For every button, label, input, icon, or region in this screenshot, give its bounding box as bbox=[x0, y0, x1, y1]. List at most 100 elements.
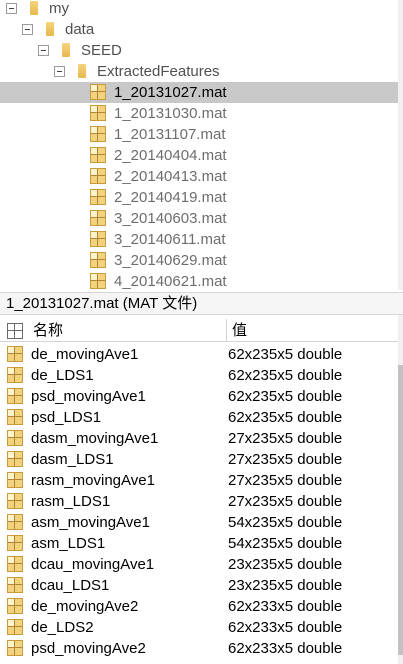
variable-row[interactable]: rasm_movingAve1 27x235x5 double bbox=[0, 470, 398, 491]
matrix-variable-icon bbox=[7, 409, 23, 425]
variable-value: 62x233x5 double bbox=[228, 619, 343, 636]
variable-value: 62x235x5 double bbox=[228, 388, 343, 405]
variable-value: 62x233x5 double bbox=[228, 598, 343, 615]
details-scrollbar[interactable] bbox=[398, 315, 403, 664]
variable-row[interactable]: asm_LDS1 54x235x5 double bbox=[0, 533, 398, 554]
variable-name: rasm_movingAve1 bbox=[31, 472, 155, 489]
tree-item-label: 2_20140419.mat bbox=[114, 189, 227, 206]
collapse-icon[interactable] bbox=[22, 24, 33, 35]
matrix-variable-icon bbox=[7, 514, 23, 530]
variable-row[interactable]: de_movingAve1 62x235x5 double bbox=[0, 344, 398, 365]
tree-item-label: 4_20140621.mat bbox=[114, 273, 227, 290]
variable-name: psd_movingAve1 bbox=[31, 388, 146, 405]
folder-icon bbox=[62, 43, 70, 57]
mat-file-icon bbox=[90, 84, 106, 100]
details-title-bar: 1_20131027.mat (MAT 文件) bbox=[0, 292, 403, 315]
tree-item-label: SEED bbox=[81, 42, 122, 59]
variable-row[interactable]: dasm_movingAve1 27x235x5 double bbox=[0, 428, 398, 449]
variable-value: 27x235x5 double bbox=[228, 493, 343, 510]
tree-file-item[interactable]: 4_20140621.mat bbox=[0, 271, 398, 290]
variable-value: 62x235x5 double bbox=[228, 367, 343, 384]
collapse-icon[interactable] bbox=[38, 45, 49, 56]
variable-row[interactable]: de_LDS2 62x233x5 double bbox=[0, 617, 398, 638]
column-divider[interactable] bbox=[226, 319, 227, 342]
column-header-value[interactable]: 值 bbox=[232, 319, 247, 342]
variable-value: 27x235x5 double bbox=[228, 451, 343, 468]
variable-name: dcau_movingAve1 bbox=[31, 556, 155, 573]
variable-name: dasm_movingAve1 bbox=[31, 430, 159, 447]
tree-item-label: 2_20140404.mat bbox=[114, 147, 227, 164]
variable-value: 27x235x5 double bbox=[228, 430, 343, 447]
tree-item-label: 3_20140603.mat bbox=[114, 210, 227, 227]
tree-file-item[interactable]: 1_20131027.mat bbox=[0, 82, 398, 103]
variable-name: asm_LDS1 bbox=[31, 535, 106, 552]
folder-icon bbox=[78, 64, 86, 78]
mat-file-icon bbox=[90, 147, 106, 163]
variable-row[interactable]: de_movingAve2 62x233x5 double bbox=[0, 596, 398, 617]
variable-row[interactable]: psd_movingAve2 62x233x5 double bbox=[0, 638, 398, 659]
tree-file-item[interactable]: 2_20140419.mat bbox=[0, 187, 398, 208]
tree-file-item[interactable]: 3_20140611.mat bbox=[0, 229, 398, 250]
matrix-variable-icon bbox=[7, 472, 23, 488]
matrix-variable-icon bbox=[7, 640, 23, 656]
tree-item-label: my bbox=[49, 0, 69, 17]
tree-file-item[interactable]: 2_20140404.mat bbox=[0, 145, 398, 166]
variable-row[interactable]: psd_LDS1 62x235x5 double bbox=[0, 407, 398, 428]
tree-item-label: 3_20140611.mat bbox=[114, 231, 226, 248]
mat-file-icon bbox=[90, 168, 106, 184]
tree-file-item[interactable]: 1_20131107.mat bbox=[0, 124, 398, 145]
variable-row[interactable]: dcau_LDS1 23x235x5 double bbox=[0, 575, 398, 596]
tree-file-item[interactable]: 3_20140603.mat bbox=[0, 208, 398, 229]
variable-value: 54x235x5 double bbox=[228, 535, 343, 552]
variable-value: 62x235x5 double bbox=[228, 346, 343, 363]
tree-folder-item[interactable]: SEED bbox=[0, 40, 398, 61]
tree-item-label: 1_20131027.mat bbox=[114, 84, 227, 101]
matrix-variable-icon bbox=[7, 430, 23, 446]
collapse-icon[interactable] bbox=[6, 3, 17, 14]
folder-icon bbox=[46, 22, 54, 36]
matrix-variable-icon bbox=[7, 556, 23, 572]
tree-item-label: 1_20131107.mat bbox=[114, 126, 226, 143]
mat-file-icon bbox=[90, 273, 106, 289]
tree-file-item[interactable]: 3_20140629.mat bbox=[0, 250, 398, 271]
variable-row[interactable]: psd_movingAve1 62x235x5 double bbox=[0, 386, 398, 407]
column-header-name[interactable]: 名称 bbox=[33, 319, 63, 342]
mat-file-icon bbox=[90, 189, 106, 205]
tree-file-item[interactable]: 2_20140413.mat bbox=[0, 166, 398, 187]
details-header: 名称 值 bbox=[0, 319, 398, 342]
variable-row[interactable]: rasm_LDS1 27x235x5 double bbox=[0, 491, 398, 512]
variable-row[interactable]: dasm_LDS1 27x235x5 double bbox=[0, 449, 398, 470]
matrix-variable-icon bbox=[7, 493, 23, 509]
variable-name: rasm_LDS1 bbox=[31, 493, 111, 510]
variable-row[interactable]: asm_movingAve1 54x235x5 double bbox=[0, 512, 398, 533]
tree-folder-item[interactable]: my bbox=[0, 0, 398, 19]
variable-row[interactable]: de_LDS1 62x235x5 double bbox=[0, 365, 398, 386]
variable-name: dasm_LDS1 bbox=[31, 451, 114, 468]
mat-file-icon bbox=[90, 105, 106, 121]
tree-item-label: 1_20131030.mat bbox=[114, 105, 227, 122]
tree-file-item[interactable]: 1_20131030.mat bbox=[0, 103, 398, 124]
tree-folder-item[interactable]: data bbox=[0, 19, 398, 40]
tree-item-label: 3_20140629.mat bbox=[114, 252, 227, 269]
mat-file-icon bbox=[90, 210, 106, 226]
tree-scrollbar[interactable] bbox=[398, 0, 403, 290]
file-tree-pane: my data SEED ExtractedFeatures 1_20131027.ma… bbox=[0, 0, 403, 290]
variable-row[interactable]: dcau_movingAve1 23x235x5 double bbox=[0, 554, 398, 575]
grid-icon bbox=[7, 323, 23, 339]
details-pane: 名称 值 de_movingAve1 62x235x5 double de_LDS1… bbox=[0, 315, 403, 664]
scrollbar-thumb[interactable] bbox=[398, 365, 403, 655]
collapse-icon[interactable] bbox=[54, 66, 65, 77]
variable-name: psd_movingAve2 bbox=[31, 640, 146, 657]
variable-value: 23x235x5 double bbox=[228, 577, 343, 594]
matrix-variable-icon bbox=[7, 346, 23, 362]
variable-name: de_movingAve2 bbox=[31, 598, 139, 615]
variable-value: 54x235x5 double bbox=[228, 514, 343, 531]
variable-value: 62x233x5 double bbox=[228, 640, 343, 657]
mat-file-icon bbox=[90, 231, 106, 247]
matrix-variable-icon bbox=[7, 619, 23, 635]
tree-item-label: data bbox=[65, 21, 95, 38]
variable-name: psd_LDS1 bbox=[31, 409, 102, 426]
tree-folder-item[interactable]: ExtractedFeatures bbox=[0, 61, 398, 82]
matrix-variable-icon bbox=[7, 577, 23, 593]
details-title: 1_20131027.mat (MAT 文件) bbox=[6, 295, 198, 312]
